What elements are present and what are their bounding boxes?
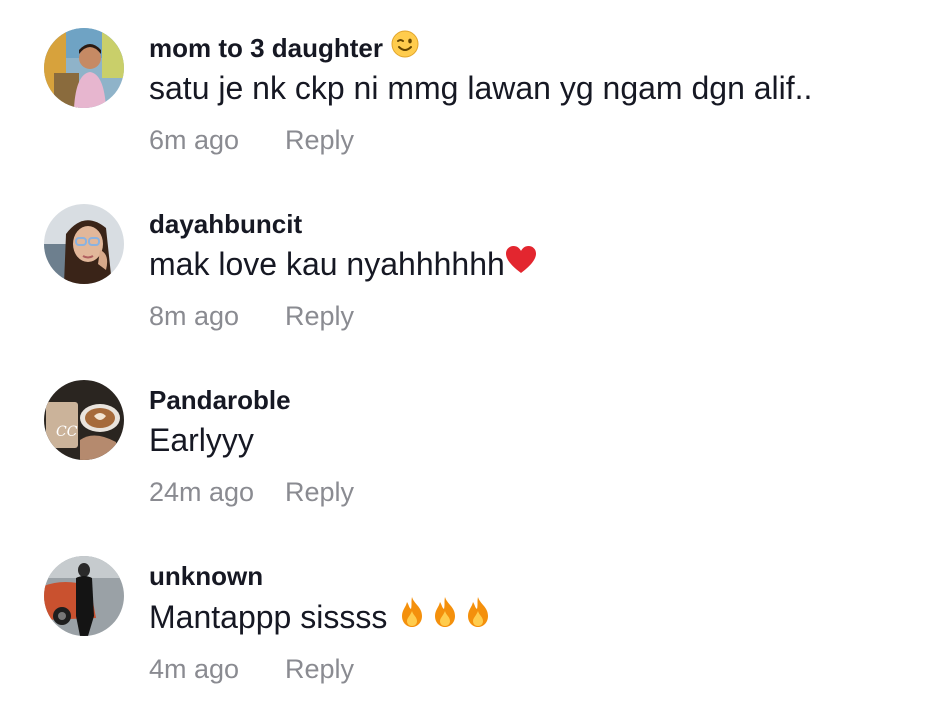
reply-button[interactable]: Reply	[285, 120, 354, 160]
fire-emoji-icon	[463, 596, 493, 637]
fire-emoji-icon	[430, 596, 460, 637]
comment-item: mom to 3 daughter satu je nk ckp ni mmg …	[0, 0, 936, 176]
red-heart-emoji-icon	[505, 244, 537, 284]
timestamp: 6m ago	[149, 125, 240, 155]
comment-text: mak love kau nyahhhhhh	[149, 244, 916, 284]
child-photo-avatar-icon	[44, 28, 124, 108]
username[interactable]: dayahbuncit	[149, 206, 916, 242]
comment-text-label: satu je nk ckp ni mmg lawan yg ngam dgn …	[149, 70, 813, 106]
username-label: Pandaroble	[149, 385, 291, 415]
person-with-car-avatar-icon	[44, 556, 124, 636]
avatar[interactable]	[44, 556, 124, 636]
comment-meta: 6m ago Reply	[149, 120, 916, 160]
winking-face-emoji-icon	[391, 30, 419, 67]
comment-item: dayahbuncit mak love kau nyahhhhhh 8m ag…	[0, 176, 936, 352]
woman-glasses-avatar-icon	[44, 204, 124, 284]
comment-meta: 24m ago Reply	[149, 472, 916, 512]
comment-text-label: Mantappp sissss	[149, 598, 388, 635]
comment-text-label: Earlyyy	[149, 422, 254, 458]
reply-button[interactable]: Reply	[285, 472, 354, 512]
fire-emoji-icon	[397, 596, 427, 637]
comment-meta: 8m ago Reply	[149, 296, 916, 336]
username[interactable]: mom to 3 daughter	[149, 30, 916, 66]
comment-item: unknown Mantappp sissss 4m ago Reply	[0, 528, 936, 704]
comment-item: CC Pandaroble Earlyyy 24m ago Reply	[0, 352, 936, 528]
comment-text: satu je nk ckp ni mmg lawan yg ngam dgn …	[149, 68, 916, 108]
username-label: unknown	[149, 561, 264, 591]
username-label: mom to 3 daughter	[149, 33, 384, 63]
username-label: dayahbuncit	[149, 209, 303, 239]
comment-text: Mantappp sissss	[149, 596, 916, 637]
comment-meta: 4m ago Reply	[149, 649, 916, 689]
timestamp: 8m ago	[149, 301, 240, 331]
avatar[interactable]	[44, 204, 124, 284]
coffee-cups-avatar-icon: CC	[44, 380, 124, 460]
username[interactable]: unknown	[149, 558, 916, 594]
avatar[interactable]: CC	[44, 380, 124, 460]
comment-text-label: mak love kau nyahhhhhh	[149, 246, 505, 282]
comment-text: Earlyyy	[149, 420, 916, 460]
timestamp: 4m ago	[149, 654, 240, 684]
timestamp: 24m ago	[149, 477, 255, 507]
reply-button[interactable]: Reply	[285, 296, 354, 336]
avatar[interactable]	[44, 28, 124, 108]
reply-button[interactable]: Reply	[285, 649, 354, 689]
svg-text:CC: CC	[56, 424, 78, 440]
username[interactable]: Pandaroble	[149, 382, 916, 418]
